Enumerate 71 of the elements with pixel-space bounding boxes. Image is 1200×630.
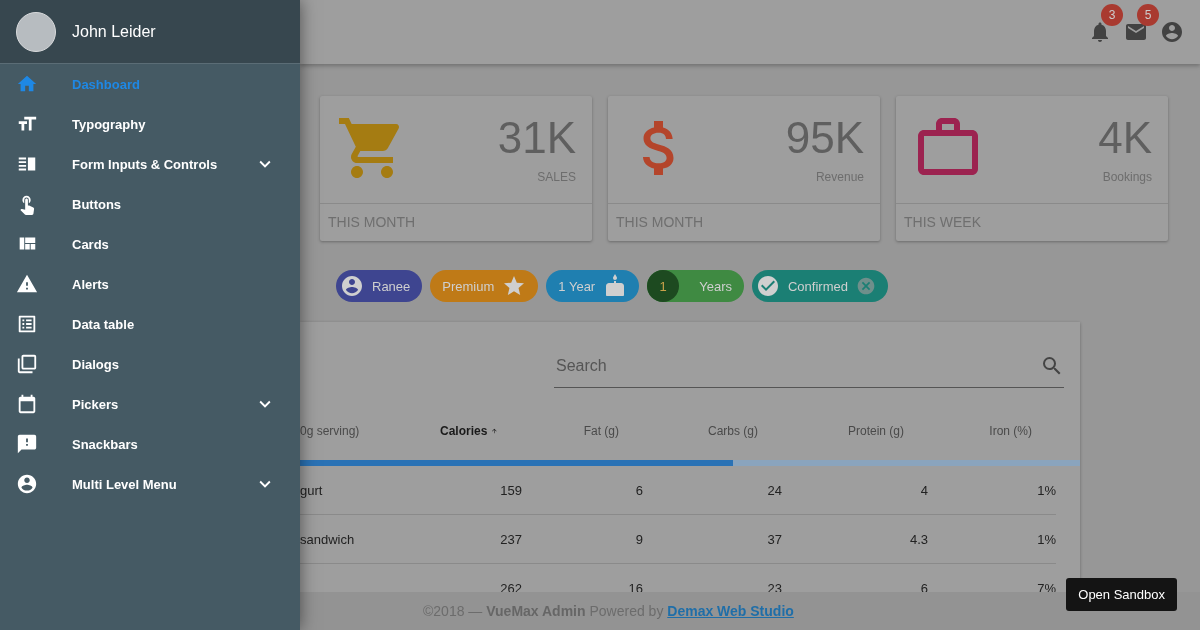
table-cell: 23 [767,580,782,592]
table-cell: gurt [300,482,323,498]
table-cell: 37 [767,531,782,547]
nav-item[interactable]: Typography [0,104,300,144]
table-cell: 7% [1037,580,1056,592]
table-cell: 1% [1037,482,1056,498]
nav-item[interactable]: Dialogs [0,344,300,384]
chip-label: Ranee [372,278,411,294]
nav-item[interactable]: Multi Level Menu [0,464,300,504]
chip[interactable]: Ranee [336,270,423,302]
chip-avatar: 1 [647,270,680,302]
stat-value: 4K [1098,112,1152,164]
nav-item[interactable]: Buttons [0,184,300,224]
table-cell: 9 [635,531,643,547]
nav-item[interactable]: Form Inputs & Controls [0,144,300,184]
nav-item[interactable]: Alerts [0,264,300,304]
chip[interactable]: 1 Years [647,270,744,302]
calendar-icon [16,393,38,415]
avatar-placeholder [16,11,56,52]
table-cell: 6 [635,482,643,498]
list-icon [16,313,38,335]
notification-badge: 3 [1101,4,1123,26]
chip-label: Premium [442,278,495,294]
user-name: John Leider [72,22,156,41]
column-header[interactable]: Carbs (g) [643,410,782,452]
message-alert-icon [16,433,38,455]
warning-icon [16,273,38,295]
column-header[interactable]: Iron (%) [928,410,1056,452]
table-cell: 159 [500,482,522,498]
chip-label: Confirmed [788,278,848,294]
nav-label: Cards [72,236,110,252]
account-icon [340,274,364,298]
table-cell: 24 [767,482,782,498]
account-icon [1160,20,1184,44]
column-header[interactable]: Calories [440,410,522,452]
table-cell: 16 [628,580,643,592]
column-header[interactable]: 0g serving) [300,410,440,452]
nav-item[interactable]: Pickers [0,384,300,424]
table-cell: 237 [500,531,522,547]
nav-label: Buttons [72,196,123,212]
nav-label: Snackbars [72,436,139,452]
nav-label: Dashboard [72,76,141,92]
chip-label: Years [699,278,732,294]
mail-badge: 5 [1137,4,1159,26]
column-header[interactable]: Protein (g) [782,410,928,452]
nav-item[interactable]: Data table [0,304,300,344]
close-icon[interactable] [855,276,876,296]
nav-item[interactable]: Cards [0,224,300,264]
star-icon [502,274,527,298]
stacked-squares-icon [16,353,38,375]
table-cell: sandwich [300,531,355,547]
nav-label: Alerts [72,276,110,292]
table-cell: 1% [1037,531,1056,547]
search-field[interactable]: Search [554,355,1040,376]
table-cell: 4.3 [909,531,928,547]
table-cell: 262 [500,580,522,592]
stat-value: 31K [497,112,576,164]
column-header[interactable]: Fat (g) [522,410,643,452]
chip-label: 1 Year [558,278,596,294]
table-cell: 4 [920,482,928,498]
nav-item[interactable]: Snackbars [0,424,300,464]
nav-label: Pickers [72,396,120,412]
nav-label: Data table [72,316,136,332]
nav-label: Typography [72,116,147,132]
table-cell: 6 [920,580,928,592]
nav-label: Multi Level Menu [72,476,178,492]
account-icon [16,473,38,495]
nav-label: Dialogs [72,356,120,372]
open-sandbox-button[interactable]: Open Sandbox [1066,578,1177,611]
stat-value: 95K [785,112,864,164]
nav-label: Form Inputs & Controls [72,156,219,172]
